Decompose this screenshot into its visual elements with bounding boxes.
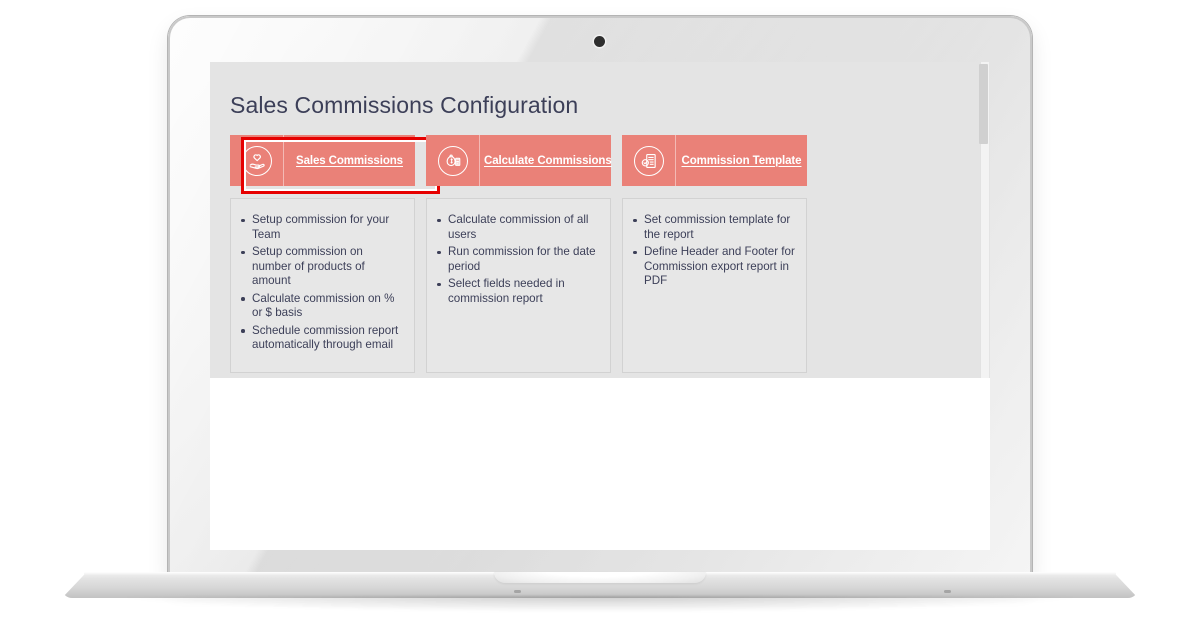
- tab-icon-cell: [622, 135, 676, 186]
- tab-commission-template[interactable]: Commission Template: [622, 135, 807, 186]
- laptop-base-foot: [513, 590, 521, 593]
- card-sales-commissions: Setup commission for your Team Setup com…: [230, 198, 415, 373]
- list-item: Define Header and Footer for Commission …: [631, 245, 796, 289]
- card-calculate-commissions: Calculate commission of all users Run co…: [426, 198, 611, 373]
- tab-icon-cell: [230, 135, 284, 186]
- list-item: Run commission for the date period: [435, 245, 600, 274]
- money-bag-calculator-icon: [437, 145, 468, 176]
- card-list: Setup commission for your Team Setup com…: [239, 213, 404, 353]
- laptop-screen: Sales Commissions Configuration Sales Co…: [210, 62, 990, 550]
- screenshot-stage: Sales Commissions Configuration Sales Co…: [0, 0, 1200, 630]
- tab-calculate-commissions[interactable]: Calculate Commissions: [426, 135, 612, 186]
- cards-row: Setup commission for your Team Setup com…: [230, 198, 990, 373]
- list-item: Select fields needed in commission repor…: [435, 277, 600, 306]
- tab-icon-cell: [426, 135, 480, 186]
- tab-label-cell[interactable]: Commission Template: [676, 135, 807, 186]
- list-item: Calculate commission on % or $ basis: [239, 292, 404, 321]
- page-title: Sales Commissions Configuration: [230, 92, 579, 118]
- list-item: Set commission template for the report: [631, 213, 796, 242]
- tab-label-calculate-commissions[interactable]: Calculate Commissions: [484, 155, 612, 167]
- app-page: Sales Commissions Configuration Sales Co…: [210, 62, 990, 378]
- list-item: Setup commission on number of products o…: [239, 245, 404, 289]
- vertical-scrollbar[interactable]: [979, 62, 989, 378]
- laptop-drop-shadow: [126, 596, 1074, 612]
- tab-label-cell[interactable]: Sales Commissions: [284, 135, 415, 186]
- tab-label-sales-commissions[interactable]: Sales Commissions: [296, 155, 403, 167]
- laptop-base-foot: [944, 590, 952, 593]
- list-item: Schedule commission report automatically…: [239, 324, 404, 353]
- list-item: Setup commission for your Team: [239, 213, 404, 242]
- tabs-row: Sales Commissions Calculate Commissions …: [230, 135, 990, 194]
- card-commission-template: Set commission template for the report D…: [622, 198, 807, 373]
- tab-label-cell[interactable]: Calculate Commissions: [480, 135, 616, 186]
- webcam-icon: [594, 36, 605, 47]
- card-list: Set commission template for the report D…: [631, 213, 796, 289]
- list-item: Calculate commission of all users: [435, 213, 600, 242]
- document-template-icon: [633, 145, 664, 176]
- scrollbar-thumb[interactable]: [979, 64, 988, 144]
- tab-label-commission-template[interactable]: Commission Template: [682, 155, 802, 167]
- hand-holding-heart-icon: [241, 145, 272, 176]
- laptop-base: [62, 572, 1138, 612]
- laptop-base-notch: [494, 572, 706, 583]
- tab-sales-commissions[interactable]: Sales Commissions: [230, 135, 440, 194]
- card-list: Calculate commission of all users Run co…: [435, 213, 600, 306]
